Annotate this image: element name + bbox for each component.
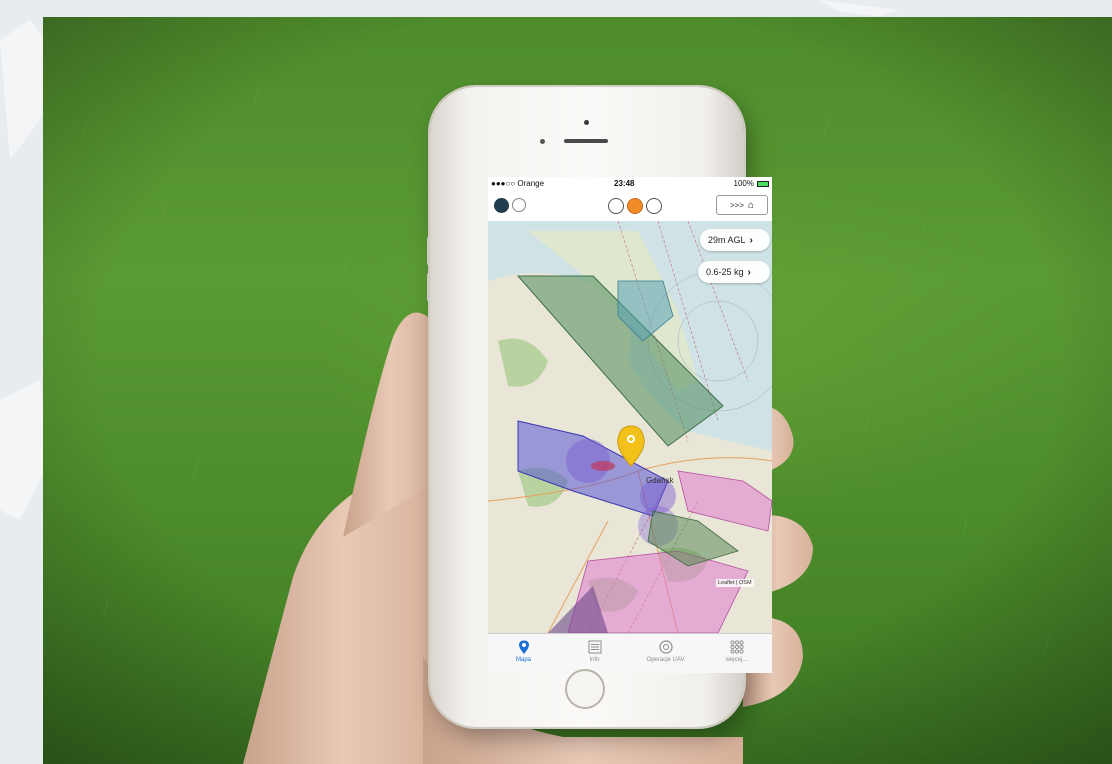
- status-bar: ●●●○○ Orange 23:48 100%: [488, 177, 772, 191]
- photo: ●●●○○ Orange 23:48 100% >>> ⌂ Gdańsk 29m…: [43, 17, 1112, 764]
- tab-info[interactable]: Info: [559, 634, 630, 673]
- mode-dot-2[interactable]: [627, 198, 643, 214]
- tab-more[interactable]: więcej...: [701, 634, 772, 673]
- grid-icon: [729, 640, 744, 654]
- tab-bar: Mapa Info Operacje UAV więcej...: [488, 633, 772, 673]
- home-button[interactable]: >>> ⌂: [716, 195, 768, 215]
- smartphone: ●●●○○ Orange 23:48 100% >>> ⌂ Gdańsk 29m…: [427, 87, 772, 727]
- phone-screen: ●●●○○ Orange 23:48 100% >>> ⌂ Gdańsk 29m…: [488, 177, 772, 673]
- weight-filter-label: 0.6-25 kg: [706, 267, 744, 277]
- altitude-filter-label: 29m AGL: [708, 235, 746, 245]
- altitude-filter-button[interactable]: 29m AGL ›: [700, 229, 770, 251]
- map-pin-icon: [518, 640, 529, 654]
- chevron-right-icon: ›: [749, 234, 753, 246]
- tab-mapa[interactable]: Mapa: [488, 634, 559, 673]
- list-icon: [588, 640, 601, 654]
- home-icon: ⌂: [747, 199, 755, 211]
- home-hardware-button[interactable]: [565, 669, 605, 709]
- city-label: Gdańsk: [646, 476, 675, 485]
- refresh-icon[interactable]: [512, 198, 526, 212]
- map-attribution[interactable]: Leaflet | OSM: [716, 579, 754, 587]
- app-toolbar: >>> ⌂: [488, 191, 772, 221]
- tab-label: więcej...: [725, 657, 748, 663]
- mode-dot-1[interactable]: [608, 198, 624, 214]
- tab-label: Operacje UAV: [646, 657, 685, 663]
- battery-icon: [757, 181, 769, 187]
- drone-icon: [658, 640, 673, 654]
- chevron-right-icon: ›: [747, 266, 751, 278]
- home-button-label: >>>: [729, 200, 744, 210]
- tab-label: Info: [589, 657, 600, 663]
- volume-button: [427, 273, 430, 301]
- clock: 23:48: [614, 179, 635, 188]
- earpiece-speaker: [564, 139, 608, 143]
- weight-filter-button[interactable]: 0.6-25 kg ›: [698, 261, 770, 283]
- tab-label: Mapa: [515, 657, 531, 663]
- battery-percent: 100%: [733, 179, 754, 188]
- volume-button: [427, 237, 430, 265]
- tab-operacje-uav[interactable]: Operacje UAV: [630, 634, 701, 673]
- proximity-sensor: [540, 139, 545, 144]
- mode-dot-3[interactable]: [646, 198, 662, 214]
- front-camera: [584, 120, 589, 125]
- shield-icon[interactable]: [494, 198, 509, 213]
- carrier-label: ●●●○○ Orange: [491, 179, 545, 188]
